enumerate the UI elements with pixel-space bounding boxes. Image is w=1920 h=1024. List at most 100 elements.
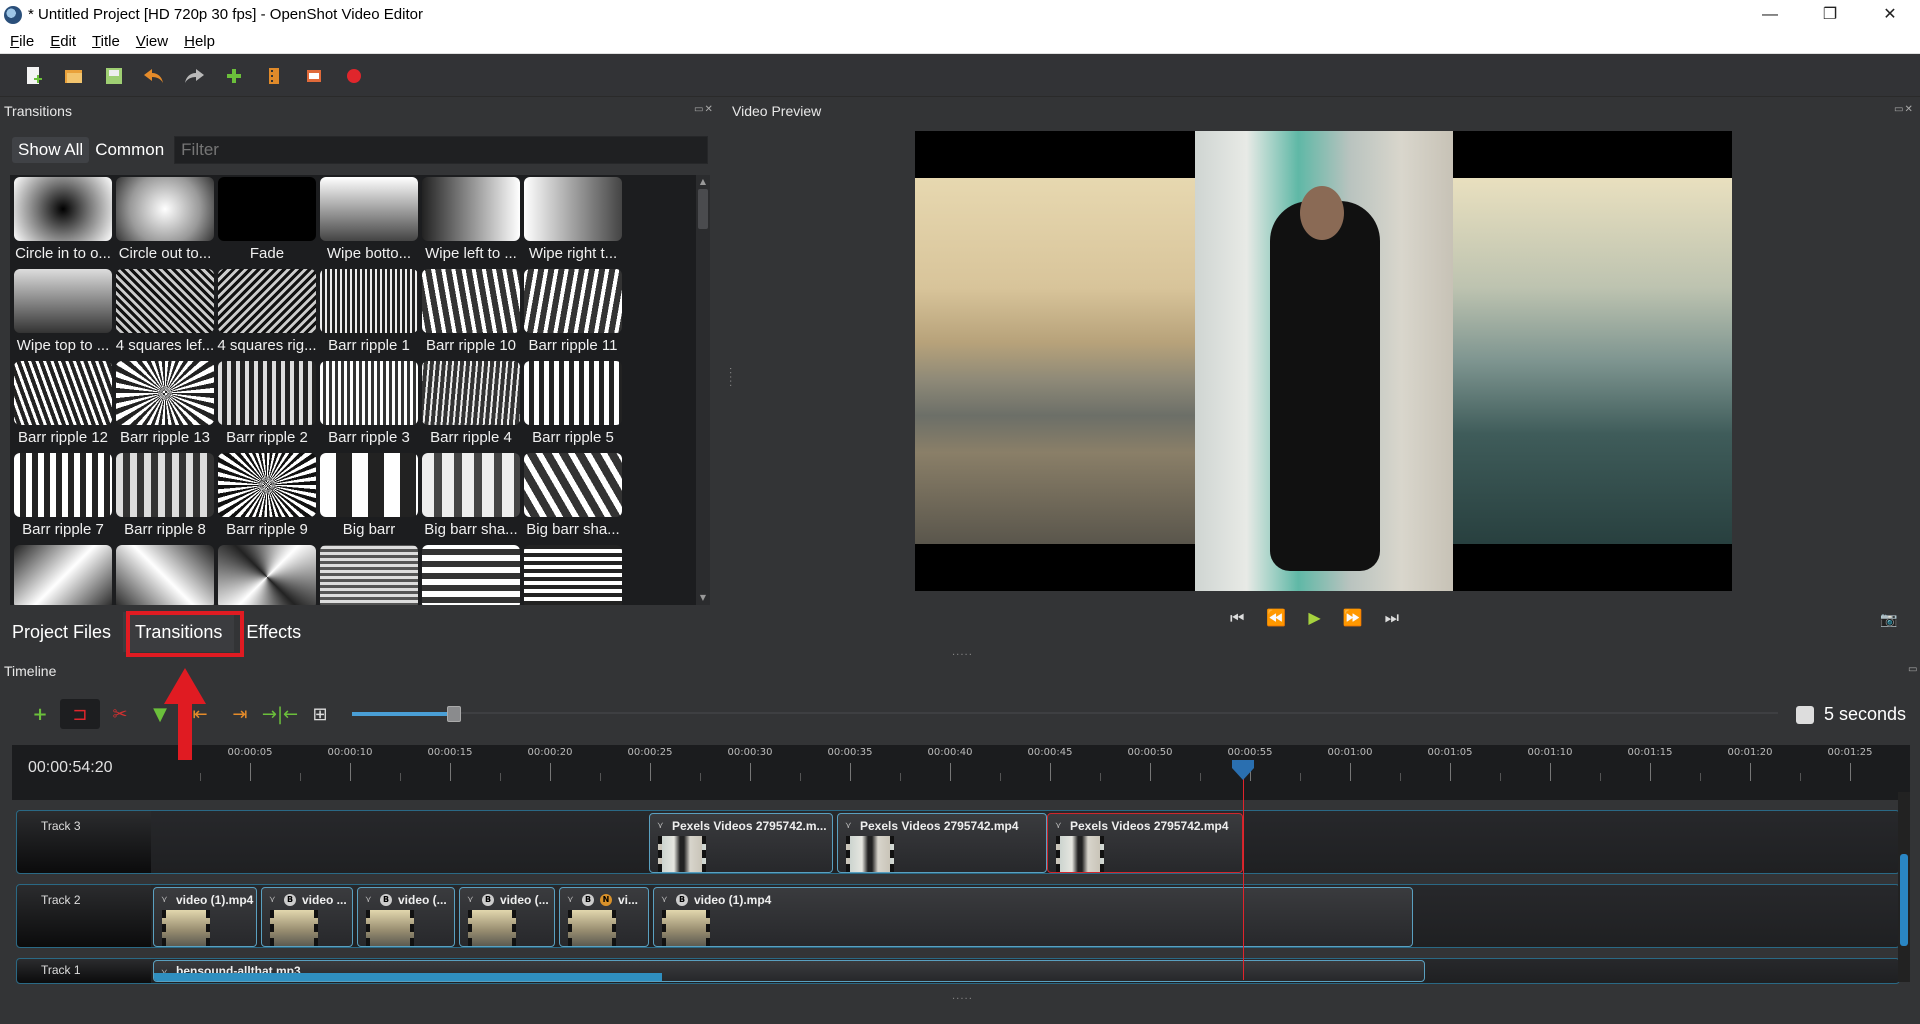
transition-item[interactable]: 4 squares lef...: [114, 269, 216, 361]
transition-item[interactable]: 4 squares rig...: [216, 269, 318, 361]
transition-item[interactable]: Barr ripple 1: [318, 269, 420, 361]
zoom-fit-icon[interactable]: ⊞: [300, 699, 340, 729]
undo-icon[interactable]: [134, 59, 174, 93]
clip-effect-badge[interactable]: B: [380, 894, 392, 906]
track-header[interactable]: Track 1: [17, 959, 151, 983]
video-clip[interactable]: ⋎ Pexels Videos 2795742.m...: [649, 813, 833, 873]
snapping-icon[interactable]: ⊐: [60, 699, 100, 729]
menu-title[interactable]: Title: [86, 33, 126, 50]
transition-item[interactable]: Wipe top to ...: [12, 269, 114, 361]
transition-item[interactable]: Big barr sha...: [420, 453, 522, 545]
splitter-handle[interactable]: ·····: [724, 367, 735, 388]
menu-edit[interactable]: Edit: [44, 33, 82, 50]
transition-item[interactable]: Barr ripple 9: [216, 453, 318, 545]
razor-icon[interactable]: ✂: [100, 699, 140, 729]
video-clip[interactable]: ⋎ video (1).mp4: [153, 887, 257, 947]
transition-item[interactable]: Wipe botto...: [318, 177, 420, 269]
restore-button[interactable]: ❐: [1800, 0, 1860, 29]
track-row[interactable]: Track 1 ⋎bensound-allthat.mp3: [16, 958, 1900, 984]
video-clip[interactable]: ⋎ Bvideo (1).mp4: [653, 887, 1413, 947]
preview-dock-buttons[interactable]: ▭✕: [1894, 104, 1914, 115]
video-clip[interactable]: ⋎ Bvideo (...: [459, 887, 555, 947]
minimize-button[interactable]: —: [1740, 0, 1800, 29]
jump-start-icon[interactable]: ⏮: [1230, 608, 1244, 628]
fullscreen-icon[interactable]: [294, 59, 334, 93]
transition-item[interactable]: Fade: [216, 177, 318, 269]
video-clip[interactable]: ⋎ Bvideo ...: [261, 887, 353, 947]
open-project-icon[interactable]: [54, 59, 94, 93]
save-project-icon[interactable]: [94, 59, 134, 93]
timeline-scrollbar[interactable]: [1898, 792, 1910, 982]
transition-item[interactable]: [12, 545, 114, 605]
zoom-slider-handle[interactable]: [447, 706, 461, 722]
center-playhead-icon[interactable]: →|←: [260, 699, 300, 729]
transitions-scrollbar[interactable]: ▲ ▼: [696, 175, 710, 605]
transition-item[interactable]: Barr ripple 5: [522, 361, 624, 453]
track-row[interactable]: Track 2 ⋎ video (1).mp4 ⋎ Bvideo ... ⋎ Bvideo …: [16, 884, 1900, 948]
menu-help[interactable]: Help: [178, 33, 221, 50]
transition-item[interactable]: Wipe left to ...: [420, 177, 522, 269]
track-header[interactable]: Track 3: [17, 811, 151, 873]
video-clip[interactable]: ⋎ Bvideo (...: [357, 887, 455, 947]
transition-item[interactable]: Barr ripple 4: [420, 361, 522, 453]
close-button[interactable]: ✕: [1860, 0, 1920, 29]
clip-effect-badge[interactable]: B: [676, 894, 688, 906]
clip-menu-icon[interactable]: ⋎: [365, 895, 372, 905]
add-track-icon[interactable]: +: [20, 699, 60, 729]
transition-item[interactable]: [420, 545, 522, 605]
transition-item[interactable]: [522, 545, 624, 605]
audio-clip[interactable]: ⋎bensound-allthat.mp3: [153, 960, 1425, 982]
camera-icon[interactable]: 📷: [1880, 612, 1897, 628]
redo-icon[interactable]: [174, 59, 214, 93]
transition-item[interactable]: Wipe right t...: [522, 177, 624, 269]
export-video-icon[interactable]: [334, 59, 374, 93]
show-all-button[interactable]: Show All: [12, 137, 90, 163]
clip-effect-badge[interactable]: N: [600, 894, 612, 906]
transition-item[interactable]: Barr ripple 8: [114, 453, 216, 545]
bottom-splitter-handle[interactable]: ·····: [952, 994, 973, 1005]
video-clip[interactable]: ⋎ Pexels Videos 2795742.mp4: [1047, 813, 1243, 873]
transition-item[interactable]: Circle in to o...: [12, 177, 114, 269]
clip-menu-icon[interactable]: ⋎: [1055, 821, 1062, 831]
menu-file[interactable]: File: [4, 33, 40, 50]
transition-item[interactable]: Big barr: [318, 453, 420, 545]
clip-menu-icon[interactable]: ⋎: [567, 895, 574, 905]
transition-item[interactable]: Barr ripple 2: [216, 361, 318, 453]
rewind-icon[interactable]: ⏪: [1266, 608, 1286, 628]
video-clip[interactable]: ⋎ Pexels Videos 2795742.mp4: [837, 813, 1047, 873]
clip-menu-icon[interactable]: ⋎: [269, 895, 276, 905]
vertical-splitter-handle[interactable]: ·····: [952, 650, 973, 661]
transition-item[interactable]: [114, 545, 216, 605]
transitions-dock-buttons[interactable]: ▭✕: [694, 104, 714, 115]
timeline-ruler[interactable]: 00:00:54:20 00:00:05 00:00:10 00:00:15 00:0…: [12, 745, 1910, 800]
clip-effect-badge[interactable]: B: [482, 894, 494, 906]
fast-forward-icon[interactable]: ⏩: [1343, 608, 1363, 628]
track-header[interactable]: Track 2: [17, 885, 151, 947]
transition-item[interactable]: [318, 545, 420, 605]
transition-item[interactable]: Barr ripple 3: [318, 361, 420, 453]
zoom-slider-track[interactable]: [458, 712, 1778, 714]
tab-project-files[interactable]: Project Files: [0, 612, 123, 652]
transition-item[interactable]: Barr ripple 13: [114, 361, 216, 453]
timeline-dock-button[interactable]: ▭: [1908, 664, 1918, 675]
clip-effect-badge[interactable]: B: [284, 894, 296, 906]
clip-menu-icon[interactable]: ⋎: [467, 895, 474, 905]
play-icon[interactable]: ▶: [1308, 608, 1320, 628]
tab-effects[interactable]: Effects: [234, 612, 313, 652]
menu-view[interactable]: View: [130, 33, 174, 50]
next-marker-icon[interactable]: ⇥: [220, 699, 260, 729]
transition-item[interactable]: Barr ripple 12: [12, 361, 114, 453]
transitions-filter-input[interactable]: [174, 136, 708, 164]
clip-menu-icon[interactable]: ⋎: [161, 895, 168, 905]
jump-end-icon[interactable]: ⏭: [1385, 608, 1399, 628]
transition-item[interactable]: Big barr sha...: [522, 453, 624, 545]
transition-item[interactable]: Barr ripple 10: [420, 269, 522, 361]
clip-menu-icon[interactable]: ⋎: [845, 821, 852, 831]
clip-effect-badge[interactable]: B: [582, 894, 594, 906]
transition-item[interactable]: Barr ripple 7: [12, 453, 114, 545]
video-clip[interactable]: ⋎ B Nvi...: [559, 887, 649, 947]
profile-icon[interactable]: [254, 59, 294, 93]
clip-menu-icon[interactable]: ⋎: [657, 821, 664, 831]
track-row[interactable]: Track 3 ⋎ Pexels Videos 2795742.m... ⋎ Pexel…: [16, 810, 1900, 874]
transition-item[interactable]: Barr ripple 11: [522, 269, 624, 361]
